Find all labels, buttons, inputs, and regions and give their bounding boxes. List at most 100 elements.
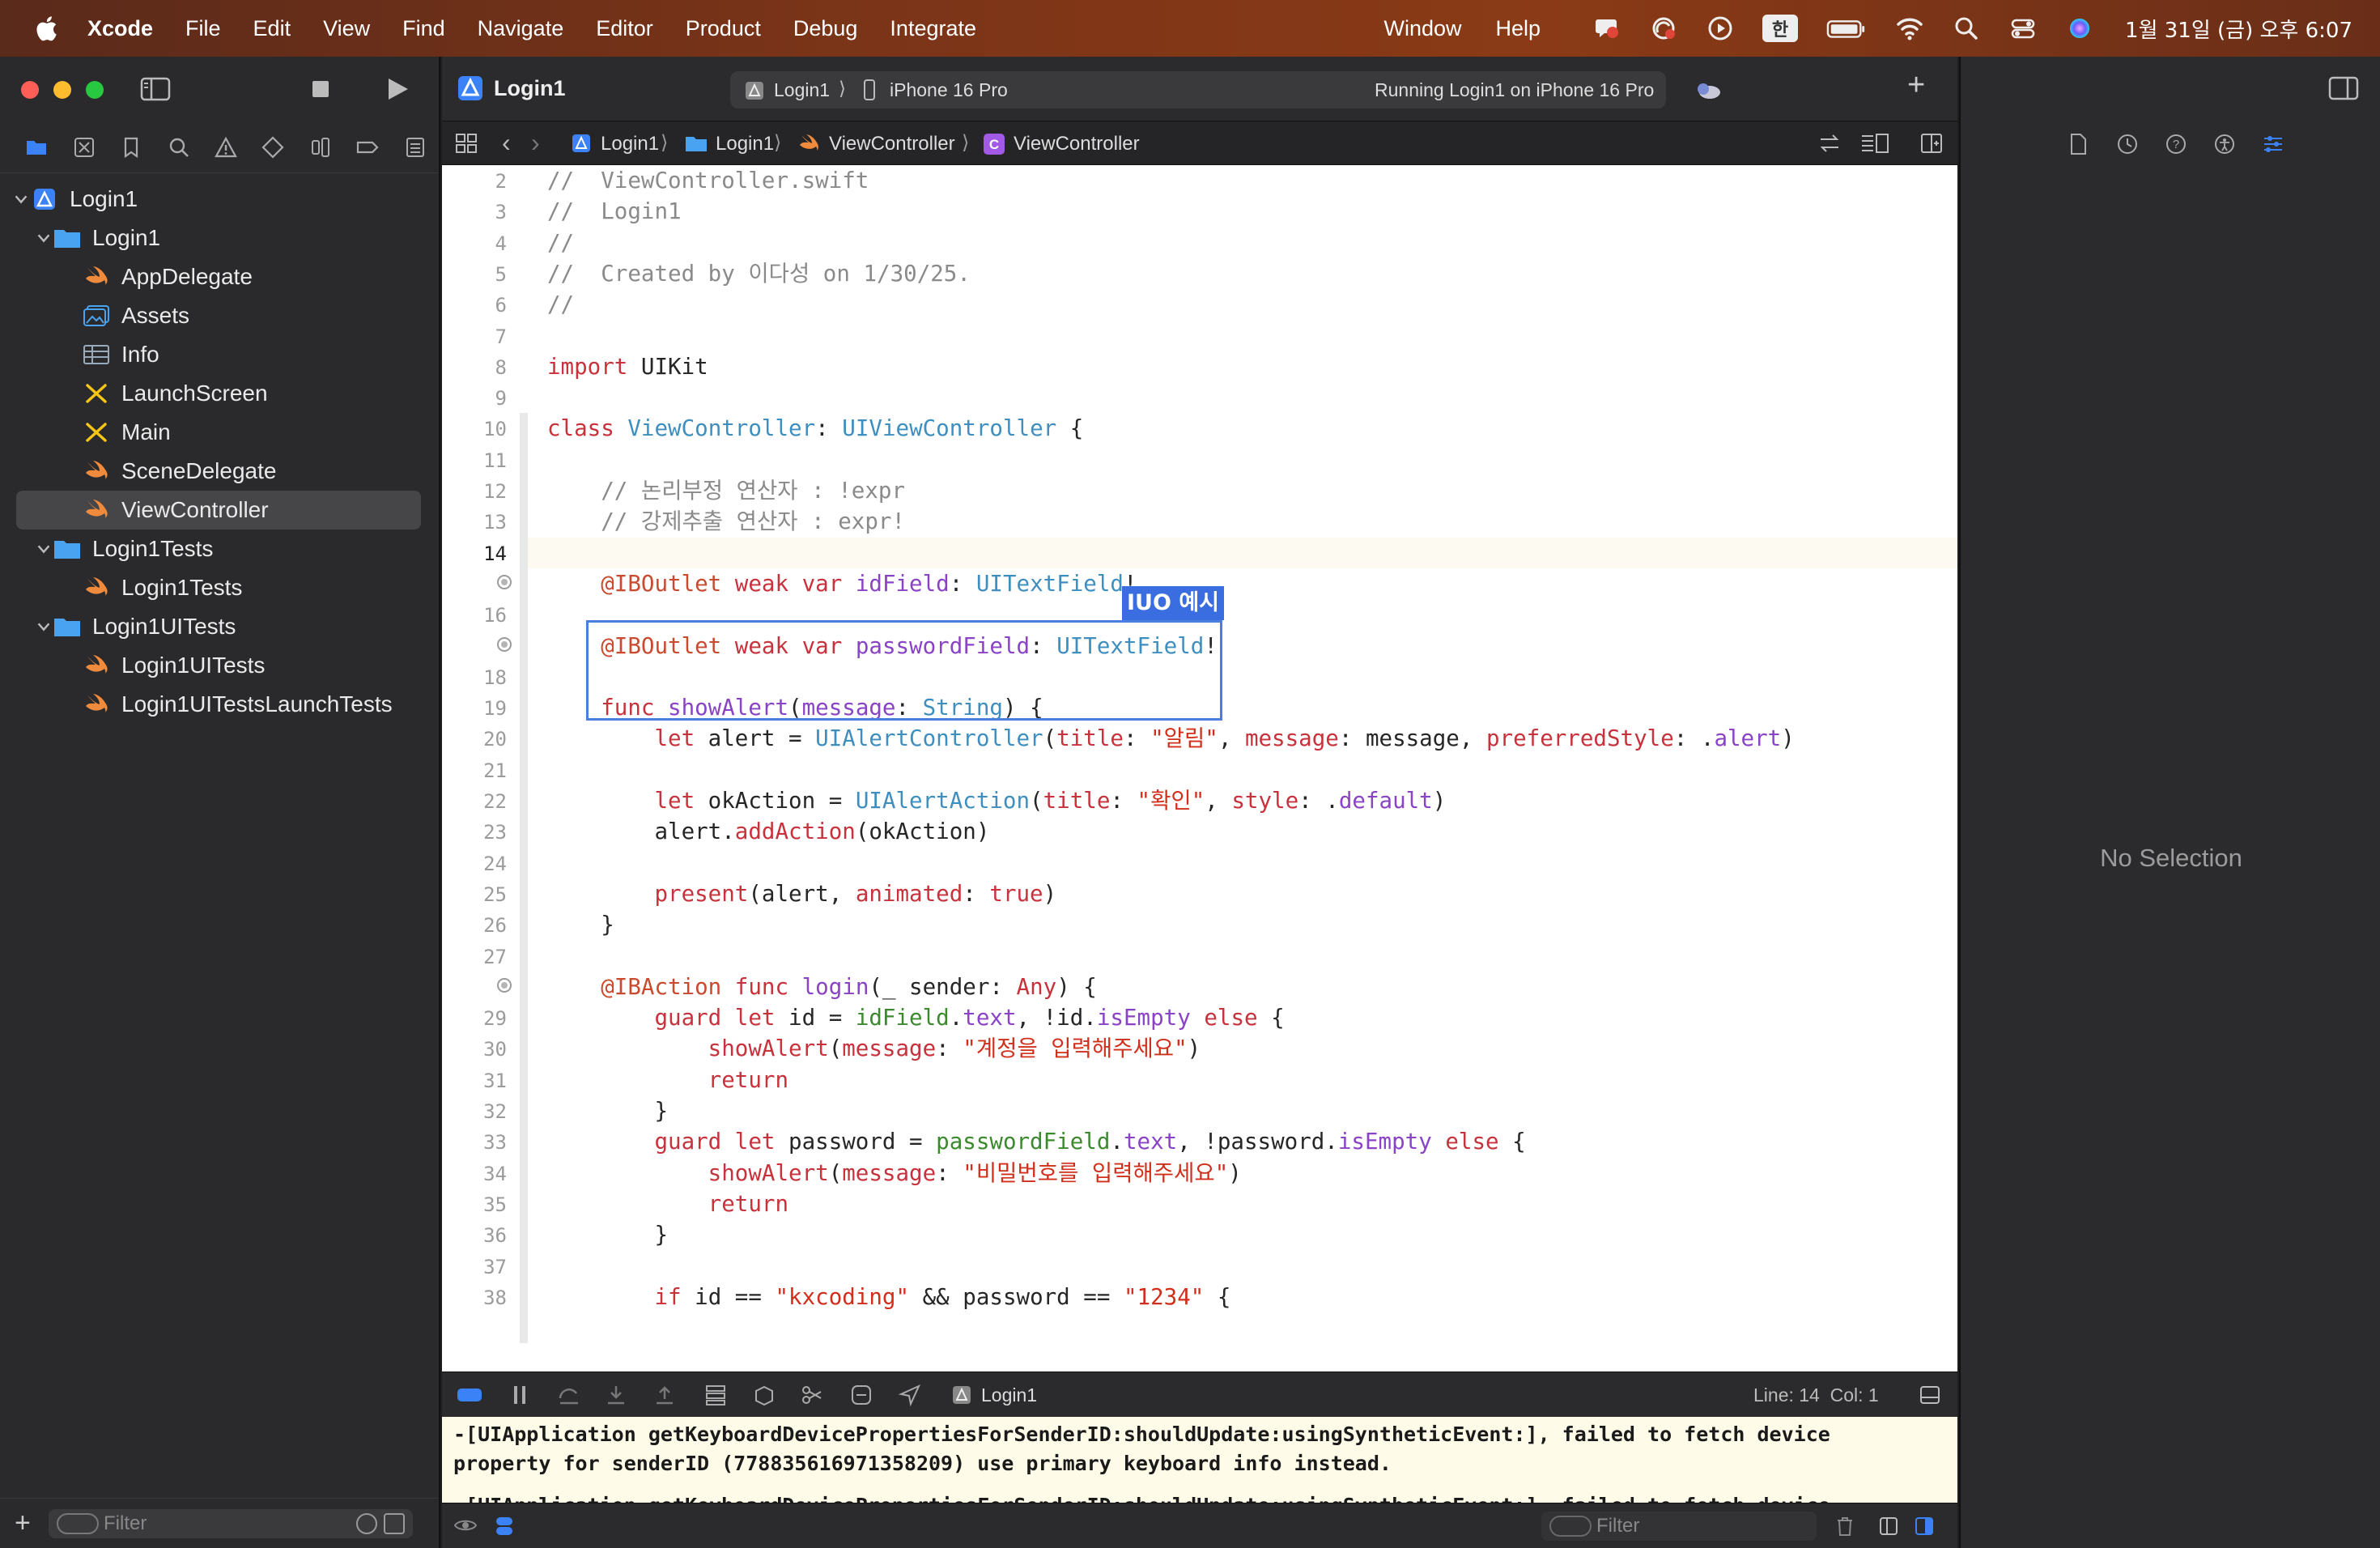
code-line[interactable]: } <box>547 1095 668 1126</box>
control-center-icon[interactable] <box>2008 14 2038 43</box>
outlet-connection-icon[interactable] <box>495 636 513 653</box>
bookmark-tab-icon[interactable] <box>108 131 155 164</box>
line-number[interactable]: 3 <box>495 201 507 223</box>
tree-item-info[interactable]: Info <box>0 335 437 374</box>
code-line[interactable]: // <box>547 289 574 320</box>
siri-icon[interactable] <box>2065 14 2094 43</box>
input-method-indicator[interactable]: 한 <box>1762 15 1799 42</box>
report-tab-icon[interactable] <box>392 131 439 164</box>
tree-item-login1tests[interactable]: Login1Tests <box>0 568 437 607</box>
line-number[interactable] <box>495 573 513 596</box>
hide-debug-area-icon[interactable] <box>1919 1384 1941 1406</box>
show-variables-icon[interactable] <box>1878 1515 1899 1537</box>
run-button[interactable] <box>380 74 413 104</box>
tree-item-appdelegate[interactable]: AppDelegate <box>0 257 437 296</box>
back-chevron-icon[interactable]: ‹ <box>502 128 511 158</box>
line-number[interactable]: 25 <box>483 883 507 906</box>
environment-overrides-icon[interactable] <box>800 1384 824 1406</box>
cloud-sync-icon[interactable] <box>1649 14 1678 43</box>
code-line[interactable]: } <box>547 1219 668 1250</box>
tree-item-login1[interactable]: Login1 <box>0 219 437 257</box>
line-number[interactable]: 18 <box>483 666 507 689</box>
tree-item-launchscreen[interactable]: LaunchScreen <box>0 374 437 413</box>
tree-item-viewcontroller[interactable]: ViewController <box>16 491 421 529</box>
history-inspector-icon[interactable] <box>2116 133 2139 155</box>
breakpoint-tab-icon[interactable] <box>344 131 391 164</box>
line-number[interactable]: 10 <box>483 418 507 440</box>
line-number[interactable]: 14 <box>483 542 507 565</box>
menu-app-name[interactable]: Xcode <box>87 16 153 41</box>
tree-item-login1uitests[interactable]: Login1UITests <box>0 607 437 646</box>
debug-tab-icon[interactable] <box>297 131 344 164</box>
variables-toggle-icon[interactable] <box>494 1515 515 1537</box>
zoom-window-button[interactable] <box>86 81 104 99</box>
attributes-inspector-icon[interactable] <box>2262 133 2284 155</box>
crumb-project[interactable]: Login1 <box>601 133 659 155</box>
outlet-connection-icon[interactable] <box>495 976 513 994</box>
split-editor-icon[interactable] <box>1920 133 1943 154</box>
line-number[interactable]: 29 <box>483 1007 507 1030</box>
tree-item-assets[interactable]: Assets <box>0 296 437 335</box>
recent-files-icon[interactable] <box>356 1512 377 1534</box>
editor-options-icon[interactable] <box>1860 133 1889 154</box>
toggle-console-icon[interactable] <box>457 1385 482 1405</box>
crumb-file[interactable]: ViewController <box>829 133 955 155</box>
test-tab-icon[interactable] <box>249 131 296 164</box>
filter-options-icon[interactable] <box>57 1512 99 1534</box>
line-number[interactable]: 27 <box>483 946 507 968</box>
eye-icon[interactable] <box>453 1515 478 1536</box>
disclosure-chevron-icon[interactable] <box>34 228 53 248</box>
code-line[interactable]: guard let id = idField.text, !id.isEmpty… <box>547 1002 1284 1033</box>
code-line[interactable]: let alert = UIAlertController(title: "알림… <box>547 723 1794 754</box>
code-line[interactable]: present(alert, animated: true) <box>547 878 1056 909</box>
code-line[interactable]: guard let password = passwordField.text,… <box>547 1126 1525 1157</box>
line-number[interactable]: 7 <box>495 325 507 348</box>
crumb-symbol[interactable]: ViewController <box>1014 133 1140 155</box>
line-number[interactable]: 21 <box>483 759 507 782</box>
accessibility-inspector-icon[interactable] <box>2213 133 2236 155</box>
menu-window[interactable]: Window <box>1383 16 1461 41</box>
line-number[interactable]: 13 <box>483 511 507 534</box>
tree-item-login1uitestslaunchtests[interactable]: Login1UITestsLaunchTests <box>0 685 437 724</box>
line-number[interactable]: 20 <box>483 728 507 751</box>
help-inspector-icon[interactable]: ? <box>2165 133 2187 155</box>
line-number[interactable]: 31 <box>483 1070 507 1092</box>
line-number[interactable]: 24 <box>483 853 507 875</box>
add-tab-icon[interactable]: + <box>1907 68 1925 103</box>
code-line[interactable]: if id == "kxcoding" && password == "1234… <box>547 1282 1230 1312</box>
disclosure-chevron-icon[interactable] <box>34 539 53 559</box>
view-hierarchy-icon[interactable] <box>704 1384 727 1406</box>
menu-product[interactable]: Product <box>686 16 761 41</box>
destination-selector[interactable]: iPhone 16 Pro <box>890 79 1008 101</box>
code-line[interactable]: showAlert(message: "비밀번호를 입력해주세요") <box>547 1158 1242 1189</box>
tree-item-login1[interactable]: Login1 <box>0 180 437 219</box>
line-number[interactable]: 5 <box>495 263 507 286</box>
tree-item-main[interactable]: Main <box>0 413 437 452</box>
line-number[interactable]: 22 <box>483 790 507 813</box>
line-number[interactable]: 38 <box>483 1286 507 1309</box>
menu-view[interactable]: View <box>323 16 370 41</box>
line-number[interactable]: 36 <box>483 1224 507 1247</box>
disclosure-chevron-icon[interactable] <box>34 617 53 636</box>
tree-item-scenedelegate[interactable]: SceneDelegate <box>0 452 437 491</box>
outlet-connection-icon[interactable] <box>495 573 513 591</box>
code-line[interactable]: class ViewController: UIViewController { <box>547 413 1083 444</box>
simulate-location-icon[interactable] <box>850 1384 873 1406</box>
code-line[interactable]: import UIKit <box>547 351 708 382</box>
code-line[interactable]: showAlert(message: "계정을 입력해주세요") <box>547 1033 1201 1064</box>
play-circle-icon[interactable] <box>1706 14 1735 43</box>
line-number[interactable]: 8 <box>495 356 507 379</box>
close-window-button[interactable] <box>21 81 39 99</box>
scheme-selector[interactable]: Login1 <box>774 79 830 101</box>
file-inspector-icon[interactable] <box>2068 133 2089 155</box>
step-over-icon[interactable] <box>557 1384 581 1406</box>
show-console-icon[interactable] <box>1914 1515 1935 1537</box>
code-line[interactable]: // 논리부정 연산자 : !expr <box>547 475 905 506</box>
toggle-inspector-icon[interactable] <box>2328 74 2359 102</box>
code-line[interactable]: } <box>547 909 614 940</box>
related-items-icon[interactable] <box>455 133 478 154</box>
line-number[interactable]: 32 <box>483 1100 507 1123</box>
find-tab-icon[interactable] <box>155 131 202 164</box>
code-line[interactable]: let okAction = UIAlertAction(title: "확인"… <box>547 785 1446 816</box>
menu-edit[interactable]: Edit <box>253 16 291 41</box>
